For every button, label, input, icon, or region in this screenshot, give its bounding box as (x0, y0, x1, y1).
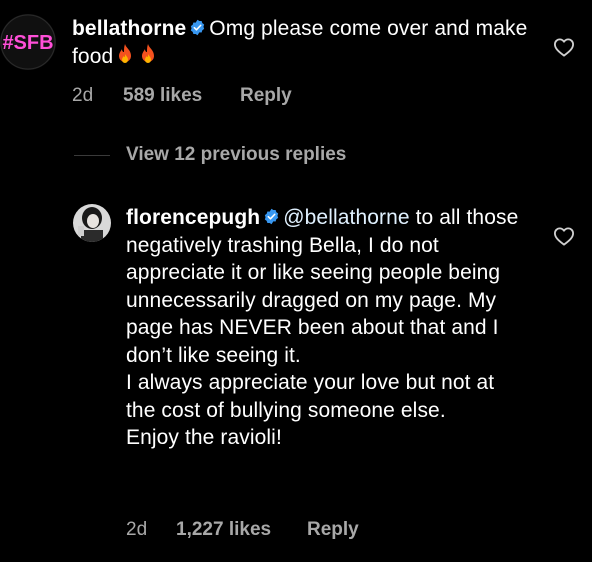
fire-emoji-icon (114, 43, 136, 67)
reply-button[interactable]: Reply (307, 519, 359, 541)
comment-meta: 2d 589 likes Reply (72, 85, 372, 109)
view-replies-label: View 12 previous replies (126, 144, 347, 165)
avatar-florencepugh[interactable] (73, 204, 111, 242)
likes-count[interactable]: 589 likes (123, 85, 202, 107)
comment-text-block: florencepugh @bellathorne to all those n… (126, 204, 526, 452)
svg-text:#SFB: #SFB (2, 32, 53, 54)
timestamp: 2d (126, 519, 148, 540)
username-link[interactable]: bellathorne (72, 17, 186, 40)
likes-count[interactable]: 1,227 likes (176, 519, 271, 541)
reply-button[interactable]: Reply (240, 85, 292, 107)
divider-line (74, 155, 110, 156)
comment-paragraph-1: florencepugh @bellathorne to all those n… (126, 204, 526, 369)
comment-paragraph-3: Enjoy the ravioli! (126, 426, 282, 449)
comment-meta: 2d 1,227 likes Reply (126, 519, 426, 543)
comment-text-block: bellathorne Omg please come over and mak… (72, 15, 542, 70)
like-heart-icon[interactable] (553, 37, 575, 57)
username-link[interactable]: florencepugh (126, 206, 260, 229)
fire-emoji-icon (137, 43, 159, 67)
verified-badge-icon (189, 19, 206, 36)
timestamp: 2d (72, 85, 94, 106)
comment-paragraph-2: I always appreciate your love but not at… (126, 371, 495, 422)
like-heart-icon[interactable] (553, 226, 575, 246)
comment-text: to all those negatively trashing Bella, … (126, 206, 519, 367)
mention-link[interactable]: @bellathorne (283, 206, 409, 229)
verified-badge-icon (263, 208, 280, 225)
avatar-bellathorne[interactable]: #SFB (0, 14, 56, 70)
